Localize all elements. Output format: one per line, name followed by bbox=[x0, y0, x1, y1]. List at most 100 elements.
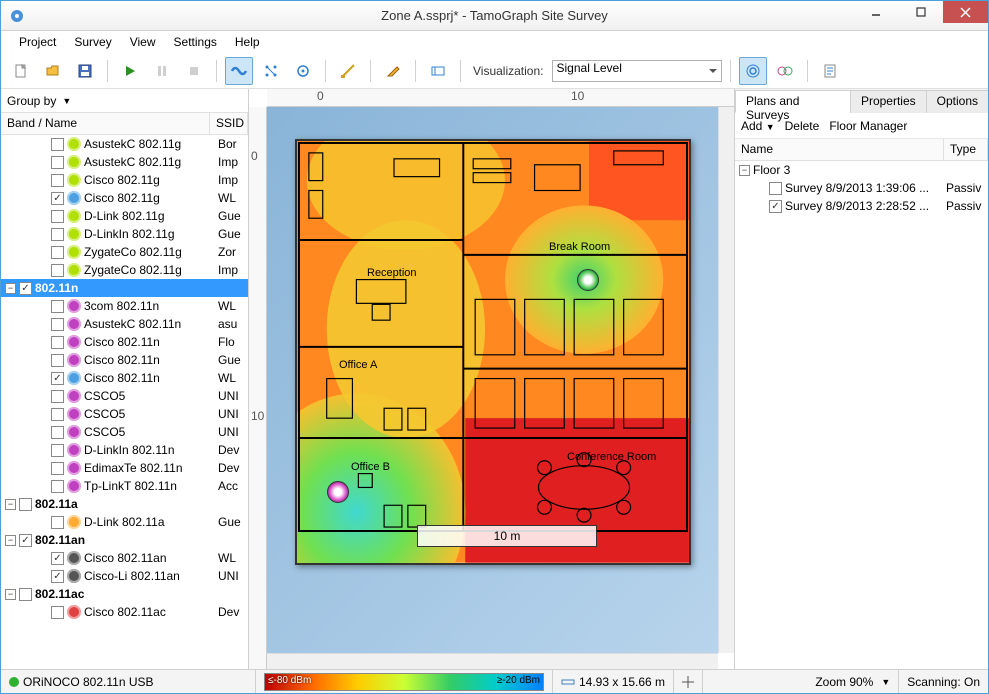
menu-view[interactable]: View bbox=[122, 33, 164, 51]
ap-group-row[interactable]: −802.11ac bbox=[1, 585, 248, 603]
menu-survey[interactable]: Survey bbox=[66, 33, 119, 51]
map-viewport[interactable]: Reception Break Room Office A Office B C… bbox=[267, 107, 718, 653]
ap-row[interactable]: ZygateCo 802.11gZor bbox=[1, 243, 248, 261]
checkbox[interactable]: ✓ bbox=[51, 372, 64, 385]
ap-row[interactable]: ✓Cisco 802.11anWL bbox=[1, 549, 248, 567]
zoom-status[interactable]: Zoom 90% ▼ bbox=[807, 670, 899, 693]
floor-plan[interactable]: Reception Break Room Office A Office B C… bbox=[295, 139, 691, 565]
checkbox[interactable]: ✓ bbox=[51, 552, 64, 565]
ap-group-row[interactable]: −✓802.11n bbox=[1, 279, 248, 297]
checkbox[interactable] bbox=[51, 336, 64, 349]
survey-row[interactable]: ✓Survey 8/9/2013 2:28:52 ...Passiv bbox=[735, 197, 988, 215]
ap-row[interactable]: AsustekC 802.11nasu bbox=[1, 315, 248, 333]
group-by-dropdown[interactable]: Group by ▼ bbox=[1, 89, 248, 113]
checkbox[interactable] bbox=[51, 354, 64, 367]
single-ap-button[interactable] bbox=[739, 57, 767, 85]
edit-button[interactable] bbox=[379, 57, 407, 85]
ap-marker-2[interactable] bbox=[327, 481, 349, 503]
rf-planner-button[interactable] bbox=[424, 57, 452, 85]
col-band-name[interactable]: Band / Name bbox=[1, 113, 210, 134]
ap-tree[interactable]: AsustekC 802.11gBorAsustekC 802.11gImpCi… bbox=[1, 135, 248, 669]
save-button[interactable] bbox=[71, 57, 99, 85]
checkbox[interactable] bbox=[769, 182, 782, 195]
ap-row[interactable]: Cisco 802.11acDev bbox=[1, 603, 248, 621]
expander-icon[interactable]: − bbox=[5, 589, 16, 600]
delete-button[interactable]: Delete bbox=[785, 119, 820, 133]
checkbox[interactable] bbox=[51, 516, 64, 529]
ap-row[interactable]: ✓Cisco-Li 802.11anUNI bbox=[1, 567, 248, 585]
survey-tree[interactable]: −Floor 3Survey 8/9/2013 1:39:06 ...Passi… bbox=[735, 161, 988, 669]
point-mode-button[interactable] bbox=[257, 57, 285, 85]
checkbox[interactable]: ✓ bbox=[51, 192, 64, 205]
checkbox[interactable] bbox=[51, 246, 64, 259]
checkbox[interactable]: ✓ bbox=[51, 570, 64, 583]
ap-row[interactable]: 3com 802.11nWL bbox=[1, 297, 248, 315]
checkbox[interactable] bbox=[51, 480, 64, 493]
expander-icon[interactable]: − bbox=[5, 535, 16, 546]
col-survey-type[interactable]: Type bbox=[944, 139, 988, 160]
checkbox[interactable] bbox=[51, 408, 64, 421]
ap-row[interactable]: AsustekC 802.11gBor bbox=[1, 135, 248, 153]
ap-row[interactable]: CSCO5UNI bbox=[1, 423, 248, 441]
col-ssid[interactable]: SSID bbox=[210, 113, 248, 134]
tab-plans-surveys[interactable]: Plans and Surveys bbox=[735, 90, 851, 113]
ap-row[interactable]: D-LinkIn 802.11gGue bbox=[1, 225, 248, 243]
multi-ap-button[interactable] bbox=[771, 57, 799, 85]
checkbox[interactable] bbox=[51, 390, 64, 403]
expander-icon[interactable]: − bbox=[739, 165, 750, 176]
checkbox[interactable] bbox=[51, 462, 64, 475]
checkbox[interactable] bbox=[51, 228, 64, 241]
close-button[interactable] bbox=[943, 1, 988, 23]
ap-row[interactable]: D-LinkIn 802.11nDev bbox=[1, 441, 248, 459]
checkbox[interactable] bbox=[51, 444, 64, 457]
ap-row[interactable]: Cisco 802.11nFlo bbox=[1, 333, 248, 351]
ap-row[interactable]: ✓Cisco 802.11gWL bbox=[1, 189, 248, 207]
ap-row[interactable]: ZygateCo 802.11gImp bbox=[1, 261, 248, 279]
visualization-dropdown[interactable]: Signal Level bbox=[552, 60, 722, 82]
vertical-scrollbar[interactable] bbox=[718, 107, 734, 653]
expander-icon[interactable]: − bbox=[5, 499, 16, 510]
checkbox[interactable]: ✓ bbox=[769, 200, 782, 213]
tab-options[interactable]: Options bbox=[926, 90, 988, 113]
report-button[interactable] bbox=[816, 57, 844, 85]
checkbox[interactable] bbox=[51, 138, 64, 151]
checkbox[interactable] bbox=[51, 606, 64, 619]
col-survey-name[interactable]: Name bbox=[735, 139, 944, 160]
calibrate-button[interactable] bbox=[334, 57, 362, 85]
survey-row[interactable]: Survey 8/9/2013 1:39:06 ...Passiv bbox=[735, 179, 988, 197]
checkbox[interactable]: ✓ bbox=[19, 534, 32, 547]
menu-project[interactable]: Project bbox=[11, 33, 64, 51]
minimize-button[interactable] bbox=[853, 1, 898, 23]
checkbox[interactable] bbox=[51, 264, 64, 277]
ap-row[interactable]: D-Link 802.11aGue bbox=[1, 513, 248, 531]
menu-settings[interactable]: Settings bbox=[166, 33, 225, 51]
checkbox[interactable] bbox=[51, 156, 64, 169]
ap-row[interactable]: CSCO5UNI bbox=[1, 405, 248, 423]
checkbox[interactable] bbox=[51, 300, 64, 313]
ap-row[interactable]: ✓Cisco 802.11nWL bbox=[1, 369, 248, 387]
ap-row[interactable]: Cisco 802.11gImp bbox=[1, 171, 248, 189]
stop-button[interactable] bbox=[180, 57, 208, 85]
checkbox[interactable] bbox=[19, 588, 32, 601]
new-button[interactable] bbox=[7, 57, 35, 85]
ap-row[interactable]: Tp-LinkT 802.11nAcc bbox=[1, 477, 248, 495]
checkbox[interactable]: ✓ bbox=[19, 282, 32, 295]
checkbox[interactable] bbox=[51, 210, 64, 223]
checkbox[interactable] bbox=[51, 318, 64, 331]
gps-button[interactable] bbox=[289, 57, 317, 85]
ap-row[interactable]: CSCO5UNI bbox=[1, 387, 248, 405]
floor-row[interactable]: −Floor 3 bbox=[735, 161, 988, 179]
floor-manager-button[interactable]: Floor Manager bbox=[829, 119, 907, 133]
ap-group-row[interactable]: −✓802.11an bbox=[1, 531, 248, 549]
checkbox[interactable] bbox=[51, 174, 64, 187]
ap-row[interactable]: D-Link 802.11gGue bbox=[1, 207, 248, 225]
checkbox[interactable] bbox=[51, 426, 64, 439]
ap-marker-1[interactable] bbox=[577, 269, 599, 291]
ap-row[interactable]: EdimaxTe 802.11nDev bbox=[1, 459, 248, 477]
checkbox[interactable] bbox=[19, 498, 32, 511]
ap-row[interactable]: AsustekC 802.11gImp bbox=[1, 153, 248, 171]
start-survey-button[interactable] bbox=[116, 57, 144, 85]
maximize-button[interactable] bbox=[898, 1, 943, 23]
open-button[interactable] bbox=[39, 57, 67, 85]
menu-help[interactable]: Help bbox=[227, 33, 268, 51]
